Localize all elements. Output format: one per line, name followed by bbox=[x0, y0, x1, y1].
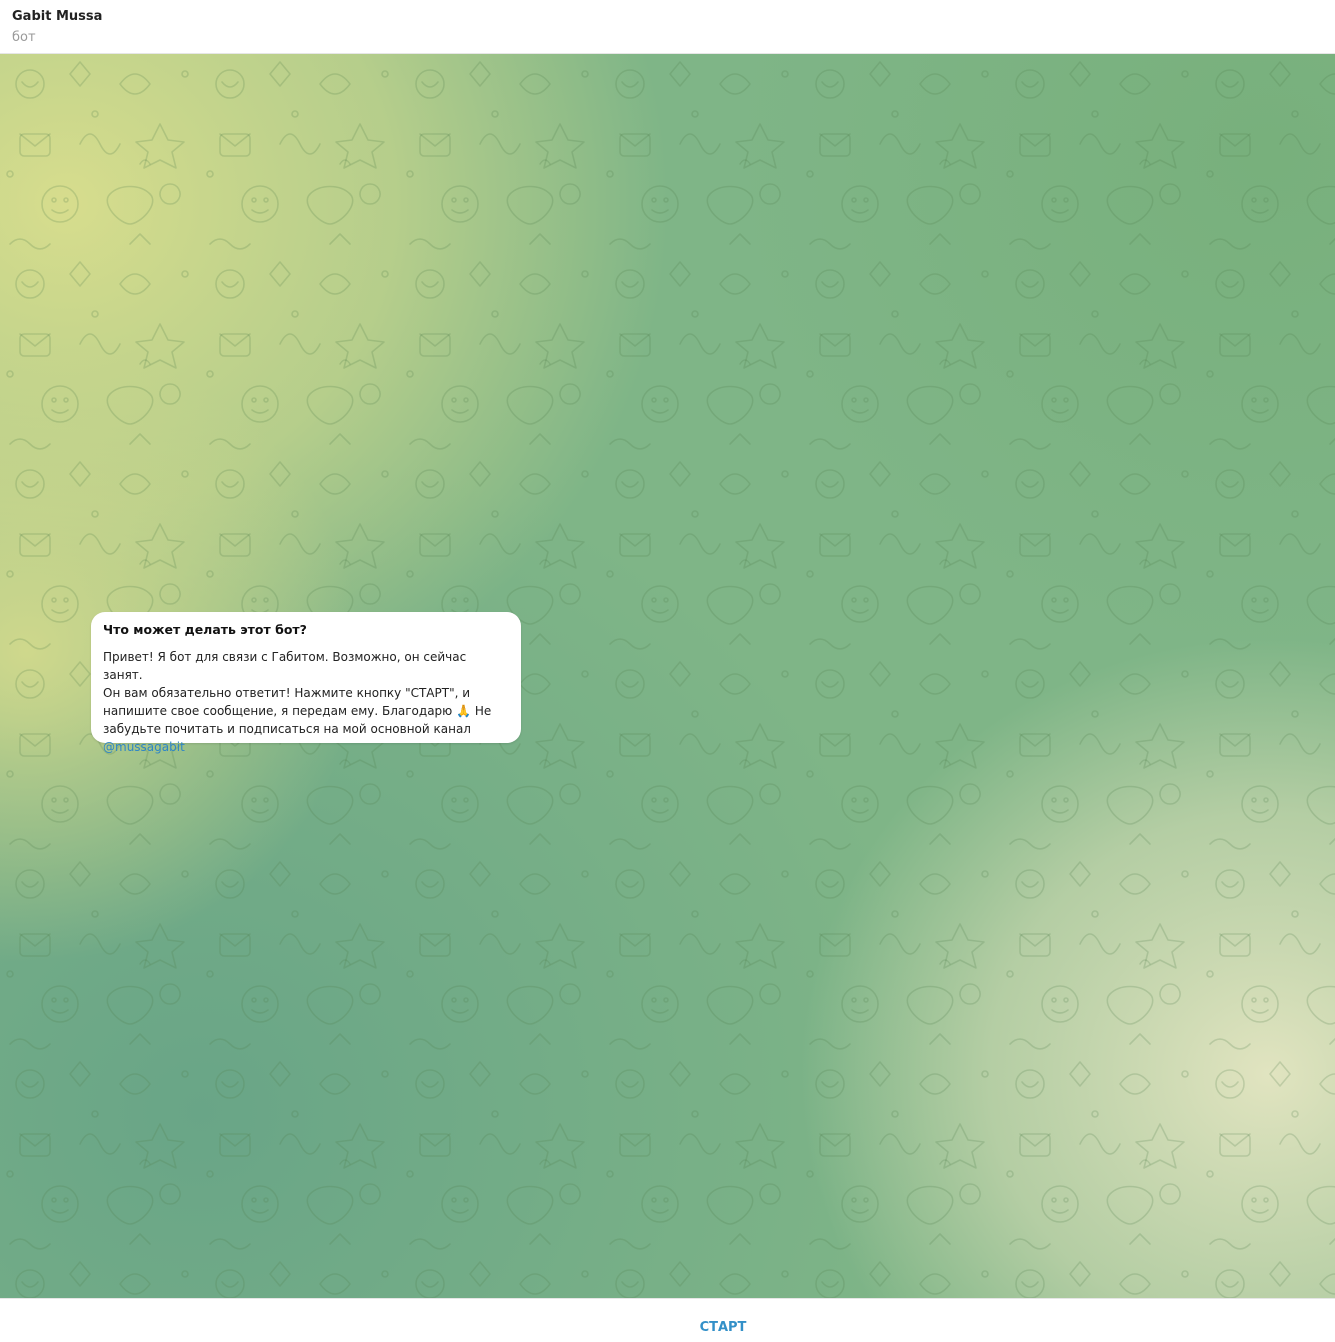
chat-background: Что может делать этот бот? Привет! Я бот… bbox=[0, 54, 1335, 1298]
chat-title[interactable]: Gabit Mussa bbox=[12, 9, 102, 24]
chat-subtitle: бот bbox=[12, 30, 36, 45]
chat-header[interactable]: Gabit Mussa бот bbox=[0, 0, 1335, 54]
telegram-chat-window: Gabit Mussa бот Что может делать этот бо… bbox=[0, 0, 1335, 1342]
start-button[interactable]: СТАРТ bbox=[0, 1299, 1335, 1342]
bot-info-card: Что может делать этот бот? Привет! Я бот… bbox=[91, 612, 521, 754]
bot-info-description: Привет! Я бот для связи с Габитом. Возмо… bbox=[103, 650, 492, 736]
bot-info-title: Что может делать этот бот? bbox=[103, 622, 307, 637]
channel-link[interactable]: @mussagabit bbox=[103, 738, 509, 756]
chat-footer: СТАРТ bbox=[0, 1298, 1335, 1342]
